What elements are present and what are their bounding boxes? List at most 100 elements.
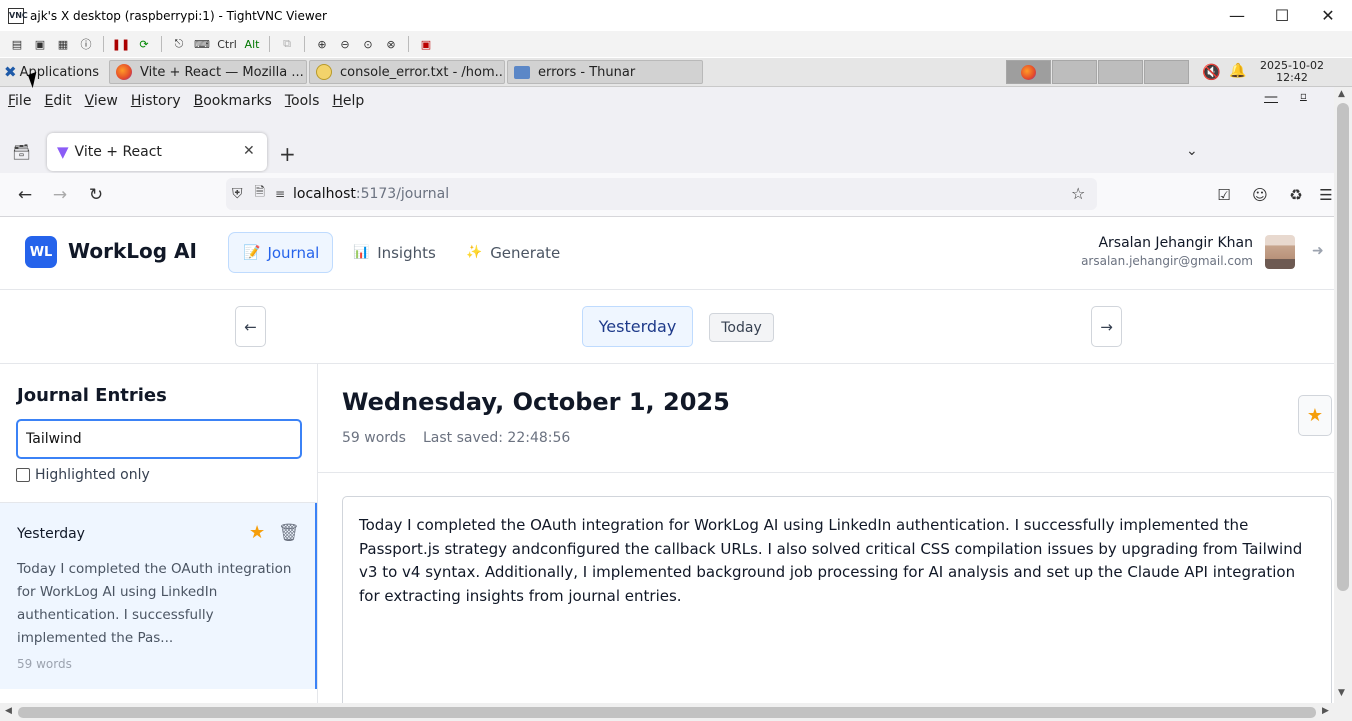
firefox-view-icon[interactable]: 🗃 xyxy=(12,143,31,161)
vnc-title-bar: VNC ajk's X desktop (raspberrypi:1) - Ti… xyxy=(0,0,1352,31)
list-item[interactable]: Yesterday ★ 🗑 Today I completed the OAut… xyxy=(0,503,317,689)
applications-menu-button[interactable]: ✖ Applications xyxy=(0,60,107,84)
ctrl-alt-del-icon[interactable]: ⎋ xyxy=(170,35,188,53)
logout-icon[interactable]: ➜ xyxy=(1312,243,1324,259)
close-window-button[interactable]: ✕ xyxy=(1305,0,1351,31)
menu-history[interactable]: History xyxy=(131,93,181,109)
vertical-scroll-thumb[interactable] xyxy=(1337,103,1349,591)
workspace-3[interactable] xyxy=(1098,60,1143,84)
star-icon[interactable]: ★ xyxy=(249,522,265,543)
new-tab-icon[interactable]: + xyxy=(279,142,296,166)
tab-strip: 🗃 ▼ Vite + React ✕ + ⌄ xyxy=(0,115,1334,173)
last-saved: Last saved: 22:48:56 xyxy=(422,430,571,446)
volume-muted-icon[interactable]: 🔇 xyxy=(1202,63,1221,81)
taskbar-item-label: console_error.txt - /hom... xyxy=(340,64,505,80)
extensions-icon[interactable]: ♻ xyxy=(1284,183,1308,207)
next-day-button[interactable]: → xyxy=(1091,306,1122,347)
alt-lock-button[interactable]: Alt xyxy=(243,35,261,53)
zoom-out-icon[interactable]: ⊖ xyxy=(336,35,354,53)
nav-insights[interactable]: 📊 Insights xyxy=(339,232,446,273)
zoom-fit-icon[interactable]: ⊗ xyxy=(382,35,400,53)
text-editor-icon xyxy=(316,64,332,80)
entry-meta: 59 words Last saved: 22:48:56 xyxy=(342,430,570,446)
tab-vite-react[interactable]: ▼ Vite + React ✕ xyxy=(47,133,267,171)
workspace-4[interactable] xyxy=(1144,60,1189,84)
taskbar-item-editor[interactable]: console_error.txt - /hom... xyxy=(309,60,505,84)
minimize-button[interactable]: — xyxy=(1214,0,1260,31)
nav-journal-label: Journal xyxy=(267,243,320,262)
forward-icon[interactable]: → xyxy=(48,183,72,207)
brand-logo: WL xyxy=(25,236,57,268)
options-icon[interactable]: ▦ xyxy=(54,35,72,53)
workspace-1[interactable] xyxy=(1006,60,1051,84)
firefox-minimize-icon[interactable]: — xyxy=(1264,89,1278,105)
taskbar-item-thunar[interactable]: errors - Thunar xyxy=(507,60,703,84)
ctrl-esc-icon[interactable]: ⌨ xyxy=(193,35,211,53)
toolbar-divider xyxy=(269,36,270,52)
journal-textarea[interactable]: Today I completed the OAuth integration … xyxy=(342,496,1332,703)
scroll-down-icon[interactable]: ▼ xyxy=(1338,688,1345,698)
bookmark-star-icon[interactable]: ☆ xyxy=(1071,184,1085,203)
scroll-right-icon[interactable]: ▶ xyxy=(1322,706,1329,716)
zoom-in-icon[interactable]: ⊕ xyxy=(313,35,331,53)
entry-title: Wednesday, October 1, 2025 xyxy=(342,388,730,416)
refresh-icon[interactable]: ⟳ xyxy=(135,35,153,53)
chart-icon: 📊 xyxy=(353,245,370,260)
highlighted-only-checkbox[interactable] xyxy=(16,468,30,482)
entry-date: Yesterday xyxy=(17,526,85,542)
highlighted-only-filter[interactable]: Highlighted only xyxy=(16,467,150,483)
nav-journal[interactable]: 📝 Journal xyxy=(228,232,333,273)
shield-icon[interactable]: ⛨ xyxy=(232,186,243,202)
menu-help[interactable]: Help xyxy=(332,93,364,109)
firefox-restore-icon[interactable]: ▫ xyxy=(1300,91,1307,102)
taskbar-item-label: Vite + React — Mozilla ... xyxy=(140,64,304,80)
journal-icon: 📝 xyxy=(243,244,261,261)
vite-favicon-icon: ▼ xyxy=(57,143,69,161)
back-icon[interactable]: ← xyxy=(13,183,37,207)
maximize-button[interactable]: ☐ xyxy=(1259,0,1305,31)
pause-icon[interactable]: ❚❚ xyxy=(112,35,130,53)
menu-file[interactable]: File xyxy=(8,93,31,109)
horizontal-scroll-thumb[interactable] xyxy=(18,707,1316,718)
notification-bell-icon[interactable]: 🔔 xyxy=(1229,63,1246,79)
highlight-star-button[interactable]: ★ xyxy=(1298,395,1332,436)
tab-close-icon[interactable]: ✕ xyxy=(243,143,255,159)
list-all-tabs-icon[interactable]: ⌄ xyxy=(1186,143,1198,159)
permissions-icon[interactable]: ≡ xyxy=(275,187,285,201)
previous-day-button[interactable]: ← xyxy=(235,306,266,347)
today-button[interactable]: Today xyxy=(709,313,774,342)
url-bar[interactable]: ⛨ 🗎 ≡ localhost :5173/journal ☆ xyxy=(226,178,1097,210)
menu-edit[interactable]: Edit xyxy=(44,93,71,109)
nav-generate[interactable]: ✨ Generate xyxy=(452,232,570,273)
menu-hamburger-icon[interactable]: ☰ xyxy=(1318,183,1334,207)
scroll-up-icon[interactable]: ▲ xyxy=(1338,89,1345,99)
menu-tools[interactable]: Tools xyxy=(285,93,320,109)
menu-bookmarks[interactable]: Bookmarks xyxy=(194,93,272,109)
trash-icon[interactable]: 🗑 xyxy=(278,523,300,543)
scroll-left-icon[interactable]: ◀ xyxy=(5,706,12,716)
avatar[interactable] xyxy=(1265,235,1295,269)
reload-icon[interactable]: ↻ xyxy=(84,183,108,207)
fullscreen-icon[interactable]: ▣ xyxy=(417,35,435,53)
vertical-scrollbar[interactable]: ▲ ▼ xyxy=(1334,87,1352,703)
pocket-icon[interactable]: ☑ xyxy=(1212,183,1236,207)
word-count: 59 words xyxy=(342,430,406,446)
horizontal-scrollbar[interactable]: ◀ ▶ xyxy=(0,703,1352,721)
ctrl-lock-button[interactable]: Ctrl xyxy=(216,35,238,53)
app-header: WL WorkLog AI 📝 Journal 📊 Insights ✨ Gen… xyxy=(0,217,1334,290)
menu-view[interactable]: View xyxy=(85,93,118,109)
toolbar-divider xyxy=(161,36,162,52)
taskbar-item-firefox[interactable]: Vite + React — Mozilla ... xyxy=(109,60,307,84)
sidebar-title: Journal Entries xyxy=(17,385,167,406)
user-email: arsalan.jehangir@gmail.com xyxy=(1081,254,1253,268)
save-session-icon[interactable]: ▣ xyxy=(31,35,49,53)
workspace-2[interactable] xyxy=(1052,60,1097,84)
panel-clock[interactable]: 2025-10-02 12:42 xyxy=(1254,60,1330,84)
zoom-100-icon[interactable]: ⊙ xyxy=(359,35,377,53)
page-icon[interactable]: 🗎 xyxy=(255,183,265,205)
search-input[interactable] xyxy=(16,419,302,459)
new-connection-icon[interactable]: ▤ xyxy=(8,35,26,53)
transfer-files-icon[interactable]: ⧉ xyxy=(278,35,296,53)
info-icon[interactable]: ⓘ xyxy=(77,35,95,53)
account-icon[interactable]: ☺ xyxy=(1248,183,1272,207)
